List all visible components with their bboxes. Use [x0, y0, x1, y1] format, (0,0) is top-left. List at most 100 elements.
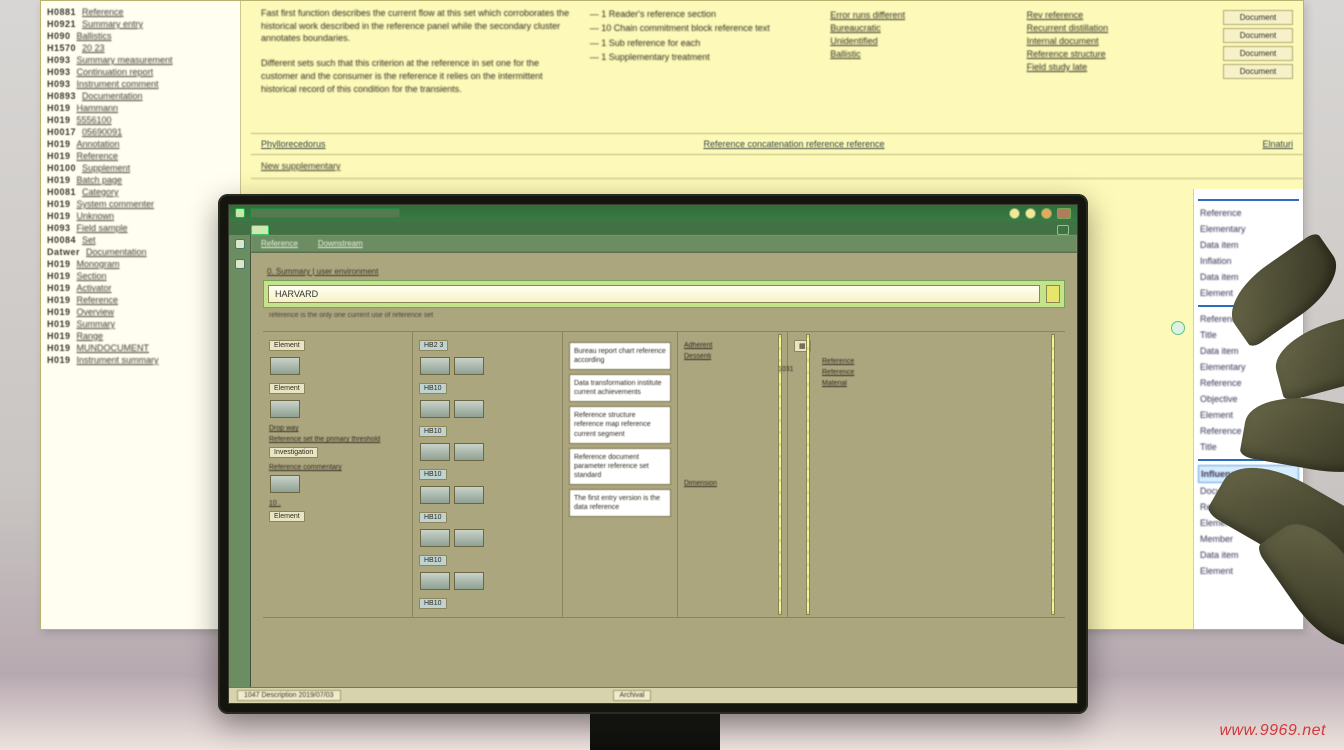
bg-link[interactable]: Unidentified — [830, 36, 1006, 46]
right-panel-item[interactable]: Element — [1198, 515, 1299, 531]
bg-button[interactable]: Document — [1223, 10, 1293, 25]
index-row[interactable]: H019MUNDOCUMENT — [47, 343, 234, 353]
bg-bar-right[interactable]: Elnaturi — [1262, 139, 1293, 149]
right-panel-item[interactable]: Data item — [1198, 547, 1299, 563]
right-panel-item[interactable]: Title — [1198, 439, 1299, 455]
index-row[interactable]: H0195556100 — [47, 115, 234, 125]
index-row[interactable]: H019Overview — [47, 307, 234, 317]
sidebar-icon-2[interactable] — [235, 259, 245, 269]
chip[interactable]: Element — [269, 383, 305, 394]
right-panel-item[interactable]: Elementary — [1198, 359, 1299, 375]
search-input[interactable]: HARVARD — [268, 285, 1040, 303]
index-row[interactable]: H093Continuation report — [47, 67, 234, 77]
right-panel-item[interactable]: Objective — [1198, 391, 1299, 407]
app-menu-icon[interactable] — [235, 208, 245, 218]
search-go-button[interactable] — [1046, 285, 1060, 303]
bg-link[interactable]: Ballistic — [830, 49, 1006, 59]
bg-link[interactable]: Bureaucratic — [830, 23, 1006, 33]
description-block[interactable]: Data transformation institute current ac… — [569, 374, 671, 402]
thumb-icon[interactable] — [454, 443, 484, 461]
chip[interactable]: Element — [269, 340, 305, 351]
right-panel-item[interactable]: Member — [1198, 531, 1299, 547]
description-block[interactable]: The first entry version is the data refe… — [569, 489, 671, 517]
index-row[interactable]: H0893Documentation — [47, 91, 234, 101]
right-panel-item[interactable]: Elementary — [1198, 221, 1299, 237]
tab-1[interactable] — [251, 225, 269, 235]
restore-button[interactable] — [1041, 208, 1052, 219]
bg-ref[interactable]: Recurrent distillation — [1027, 23, 1203, 33]
bg-button[interactable]: Document — [1223, 46, 1293, 61]
index-row[interactable]: H019Range — [47, 331, 234, 341]
window-titlebar[interactable] — [229, 205, 1077, 221]
index-row[interactable]: H001705690091 — [47, 127, 234, 137]
thumb-icon[interactable] — [454, 357, 484, 375]
index-row[interactable]: H0081Category — [47, 187, 234, 197]
toolbar-item[interactable]: Downstream — [318, 239, 363, 248]
index-row[interactable]: H019Summary — [47, 319, 234, 329]
right-panel-item[interactable]: Data item — [1198, 237, 1299, 253]
chip[interactable]: Investigation — [269, 447, 318, 458]
index-row[interactable]: H093Summary measurement — [47, 55, 234, 65]
right-panel-item[interactable]: Data item — [1198, 343, 1299, 359]
ruler-c[interactable] — [1051, 334, 1055, 615]
index-row[interactable]: H019Hammann — [47, 103, 234, 113]
right-panel-item[interactable]: Reference — [1198, 311, 1299, 327]
chip[interactable]: HB10 — [419, 469, 447, 480]
bg-bar-left[interactable]: Phyllorecedorus — [261, 139, 326, 149]
right-panel-item[interactable]: Data item — [1198, 269, 1299, 285]
address-field[interactable] — [250, 208, 400, 218]
sidebar-icon-1[interactable] — [235, 239, 245, 249]
minimize-button[interactable] — [1009, 208, 1020, 219]
index-row[interactable]: H019Instrument summary — [47, 355, 234, 365]
bg-ref[interactable]: Reference structure — [1027, 49, 1203, 59]
index-row[interactable]: H0921Summary entry — [47, 19, 234, 29]
right-panel-item[interactable]: Reference — [1198, 499, 1299, 515]
description-block[interactable]: Reference document parameter reference s… — [569, 448, 671, 485]
chip[interactable]: HB10 — [419, 512, 447, 523]
index-row[interactable]: H0881Reference — [47, 7, 234, 17]
toolbar-item[interactable]: Reference — [261, 239, 298, 248]
index-row[interactable]: H019Batch page — [47, 175, 234, 185]
bg-ref[interactable]: Rev reference — [1027, 10, 1203, 20]
index-row[interactable]: H0084Set — [47, 235, 234, 245]
thumb-icon[interactable] — [420, 529, 450, 547]
thumb-icon[interactable] — [420, 357, 450, 375]
thumb-icon[interactable] — [454, 572, 484, 590]
index-row[interactable]: H093Field sample — [47, 223, 234, 233]
chip[interactable]: Element — [269, 511, 305, 522]
thumb-icon[interactable] — [420, 486, 450, 504]
index-row[interactable]: H093Instrument comment — [47, 79, 234, 89]
bg-ref[interactable]: Field study late — [1027, 62, 1203, 72]
thumb-icon[interactable] — [454, 400, 484, 418]
ruler-b[interactable] — [806, 334, 810, 615]
chip[interactable]: HB10 — [419, 598, 447, 609]
thumb-icon[interactable] — [454, 529, 484, 547]
close-button[interactable] — [1057, 208, 1071, 219]
toolbar-overflow-icon[interactable] — [1057, 225, 1069, 235]
bg-button[interactable]: Document — [1223, 28, 1293, 43]
right-panel-item[interactable]: Element — [1198, 285, 1299, 301]
description-block[interactable]: Bureau report chart reference according — [569, 342, 671, 370]
maximize-button[interactable] — [1025, 208, 1036, 219]
thumb-icon[interactable] — [420, 400, 450, 418]
thumb-icon[interactable] — [454, 486, 484, 504]
index-row[interactable]: H019Monogram — [47, 259, 234, 269]
right-panel-item[interactable]: Inflation — [1198, 253, 1299, 269]
chip[interactable]: HB10 — [419, 555, 447, 566]
right-panel-item[interactable]: Reference — [1198, 375, 1299, 391]
bg-link[interactable]: Error runs different — [830, 10, 1006, 20]
index-row[interactable]: H019Reference — [47, 151, 234, 161]
index-row[interactable]: H090Ballistics — [47, 31, 234, 41]
index-row[interactable]: H019Reference — [47, 295, 234, 305]
bg-button[interactable]: Document — [1223, 64, 1293, 79]
bg-bar-mid[interactable]: Reference concatenation reference refere… — [703, 139, 884, 149]
right-panel-item[interactable]: Reference — [1198, 205, 1299, 221]
col-head-chip[interactable]: HB2 3 — [419, 340, 448, 351]
index-row[interactable]: H019System commenter — [47, 199, 234, 209]
right-panel-item[interactable]: Element — [1198, 563, 1299, 579]
index-row[interactable]: H157020 23 — [47, 43, 234, 53]
description-block[interactable]: Reference structure reference map refere… — [569, 406, 671, 443]
index-row[interactable]: DatwerDocumentation — [47, 247, 234, 257]
index-row[interactable]: H019Unknown — [47, 211, 234, 221]
right-panel-item[interactable]: Document — [1198, 483, 1299, 499]
